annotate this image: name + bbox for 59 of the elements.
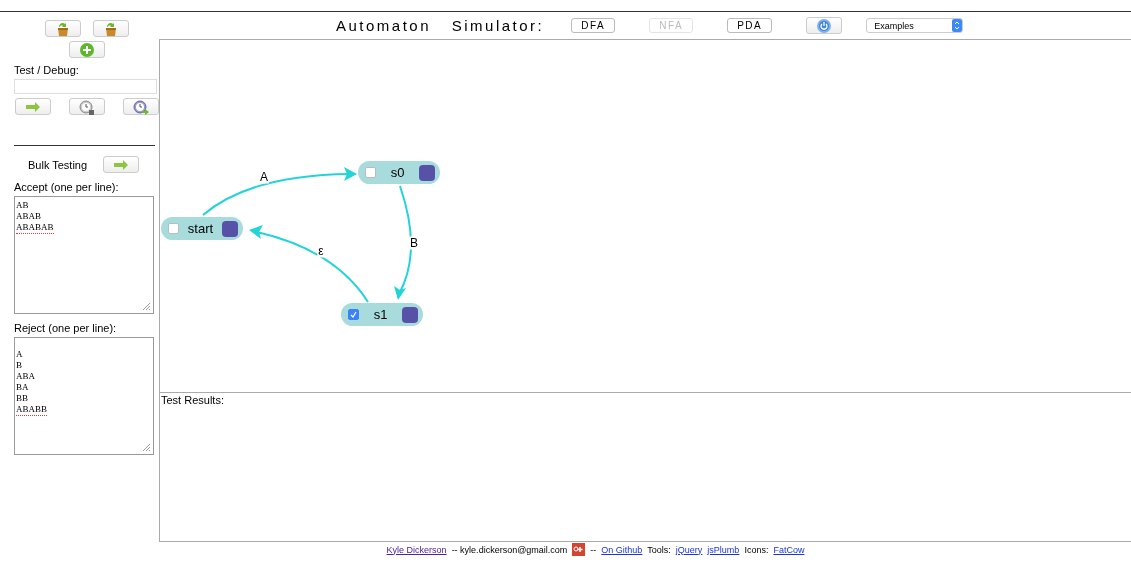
connect-handle[interactable] <box>222 220 238 237</box>
plus-icon <box>78 41 95 58</box>
footer-text: Icons: <box>744 544 769 555</box>
power-button[interactable] <box>806 17 843 34</box>
state-name: s0 <box>390 165 405 180</box>
text-line: ABABAB <box>16 222 54 234</box>
accept-checkbox[interactable] <box>348 309 359 320</box>
text-line: ABAB <box>16 211 41 222</box>
text-line: BB <box>16 393 28 404</box>
state-node[interactable]: start <box>161 217 243 240</box>
footer-link[interactable]: jsPlumb <box>707 544 740 555</box>
check-icon <box>350 311 357 318</box>
power-icon <box>816 17 833 34</box>
footer-text: Tools: <box>647 544 671 555</box>
clock-icon <box>78 98 95 115</box>
examples-dropdown[interactable]: Examples <box>866 18 964 33</box>
mode-button[interactable]: PDA <box>727 18 773 33</box>
text-line: A <box>16 349 23 360</box>
text-line: ABA <box>16 371 35 382</box>
state-node[interactable]: s0 <box>358 161 440 184</box>
text-line: AB <box>16 200 29 211</box>
stepper-icon <box>952 19 963 32</box>
debug-button[interactable] <box>68 98 105 115</box>
state-node[interactable]: s1 <box>341 303 423 326</box>
reject-label: Reject (one per line): <box>14 322 118 334</box>
bulk-testing-label: Bulk Testing <box>28 158 88 171</box>
state-name: start <box>187 221 214 236</box>
footer-text: -- kyle.dickerson@gmail.com <box>451 544 568 555</box>
connect-handle[interactable] <box>419 164 435 181</box>
accept-text-area[interactable]: AB ABAB ABABAB <box>14 196 154 314</box>
accept-label: Accept (one per line): <box>14 181 120 193</box>
text-line: B <box>16 360 22 371</box>
connect-handle[interactable] <box>402 306 418 323</box>
accept-checkbox[interactable] <box>365 167 376 178</box>
test-input-field[interactable] <box>14 79 157 94</box>
text-line: ABABB <box>16 404 47 416</box>
text-line: BA <box>16 382 29 393</box>
reject-text-area[interactable]: A B ABA BA BB ABABB <box>14 337 154 455</box>
footer-text: -- <box>590 544 597 555</box>
footer-link[interactable]: Kyle Dickerson <box>386 544 447 555</box>
transition-label: B <box>409 236 419 250</box>
bulk-run-button[interactable] <box>103 156 140 173</box>
app-title: Automaton Simulator: <box>336 17 545 34</box>
test-debug-label: Test / Debug: <box>14 64 80 76</box>
transition-label: A <box>259 170 269 184</box>
load-button[interactable] <box>44 20 81 37</box>
footer-link[interactable]: On Github <box>601 544 643 555</box>
run-button[interactable] <box>14 98 51 115</box>
add-state-button[interactable] <box>68 41 105 58</box>
footer-link[interactable]: jQuery <box>675 544 703 555</box>
accept-checkbox[interactable] <box>168 223 179 234</box>
resize-grip-icon <box>142 443 151 452</box>
save-button[interactable] <box>92 20 129 37</box>
step-button[interactable] <box>122 98 159 115</box>
resize-grip-icon <box>142 302 151 311</box>
state-name: s1 <box>373 307 388 322</box>
footer-link[interactable]: FatCow <box>773 544 805 555</box>
mode-button[interactable]: DFA <box>571 18 616 33</box>
test-results-label: Test Results: <box>160 393 225 406</box>
